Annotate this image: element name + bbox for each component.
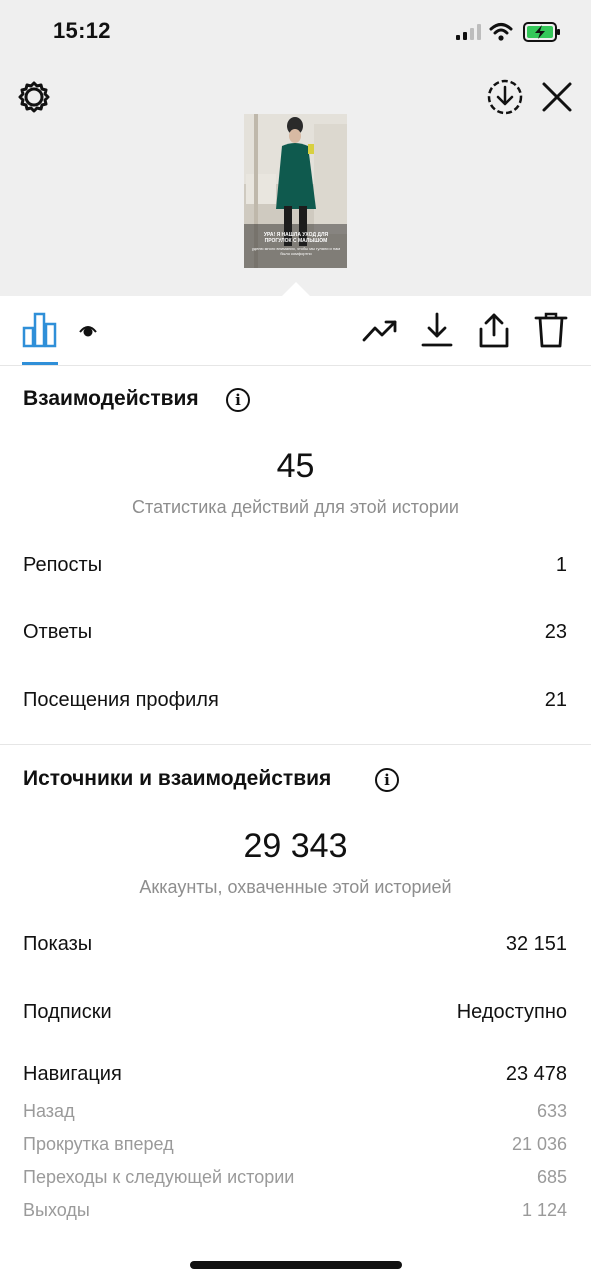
impressions-label: Показы: [23, 933, 93, 955]
navigation-value: 23 478: [505, 1063, 567, 1085]
story-caption-line-3: уделю много внимания, чтобы мы гуляли и …: [251, 246, 341, 256]
status-bar: 15:12: [0, 0, 591, 64]
interactions-total-caption: Статистика действий для этой истории: [132, 497, 459, 517]
forward-value: 21 036: [511, 1134, 567, 1154]
section-divider: [0, 744, 591, 745]
reach-total: 29 343: [243, 827, 348, 865]
cellular-signal-icon: [456, 24, 481, 40]
back-label: Назад: [23, 1101, 75, 1121]
close-icon[interactable]: [540, 80, 574, 114]
thumbnail-pointer: [282, 282, 310, 296]
gear-icon[interactable]: [16, 79, 52, 115]
info-icon[interactable]: i: [375, 768, 399, 792]
reach-total-caption: Аккаунты, охваченные этой историей: [139, 877, 452, 897]
battery-charging-icon: [523, 22, 560, 42]
share-icon[interactable]: [476, 312, 512, 348]
replies-value: 23: [544, 621, 567, 643]
download-circle-icon[interactable]: [486, 78, 524, 116]
navigation-label: Навигация: [23, 1063, 122, 1085]
home-indicator[interactable]: [190, 1261, 402, 1269]
forward-label: Прокрутка вперед: [23, 1134, 174, 1154]
insights-toolbar: [0, 296, 591, 366]
next-story-value: 685: [536, 1167, 567, 1187]
info-icon[interactable]: i: [226, 388, 250, 412]
wifi-icon: [489, 23, 513, 41]
trending-up-icon[interactable]: [362, 312, 398, 348]
impressions-value: 32 151: [505, 933, 567, 955]
download-icon[interactable]: [419, 312, 455, 348]
replies-label: Ответы: [23, 621, 93, 643]
story-thumbnail[interactable]: УРА! Я НАШЛА УХОД ДЛЯ ПРОГУЛОК С МАЛЫШОМ…: [244, 114, 347, 268]
bar-chart-icon[interactable]: [22, 312, 58, 348]
discovery-title: Источники и взаимодействия: [23, 767, 332, 790]
profile-visits-label: Посещения профиля: [23, 689, 219, 711]
status-time: 15:12: [53, 18, 111, 43]
follows-label: Подписки: [23, 1001, 112, 1023]
follows-value: Недоступно: [456, 1001, 567, 1023]
eye-icon[interactable]: [76, 322, 100, 340]
interactions-title: Взаимодействия: [23, 387, 199, 410]
next-story-label: Переходы к следующей истории: [23, 1167, 295, 1187]
interactions-total: 45: [276, 447, 315, 485]
exits-value: 1 124: [521, 1200, 567, 1220]
story-caption: УРА! Я НАШЛА УХОД ДЛЯ ПРОГУЛОК С МАЛЫШОМ…: [250, 232, 342, 256]
exits-label: Выходы: [23, 1200, 90, 1220]
reposts-label: Репосты: [23, 554, 103, 576]
story-caption-line-2: ПРОГУЛОК С МАЛЫШОМ: [264, 238, 328, 244]
profile-visits-value: 21: [544, 689, 567, 711]
selected-tab-indicator: [22, 362, 58, 365]
back-value: 633: [536, 1101, 567, 1121]
reposts-value: 1: [555, 554, 567, 576]
trash-icon[interactable]: [533, 312, 569, 348]
